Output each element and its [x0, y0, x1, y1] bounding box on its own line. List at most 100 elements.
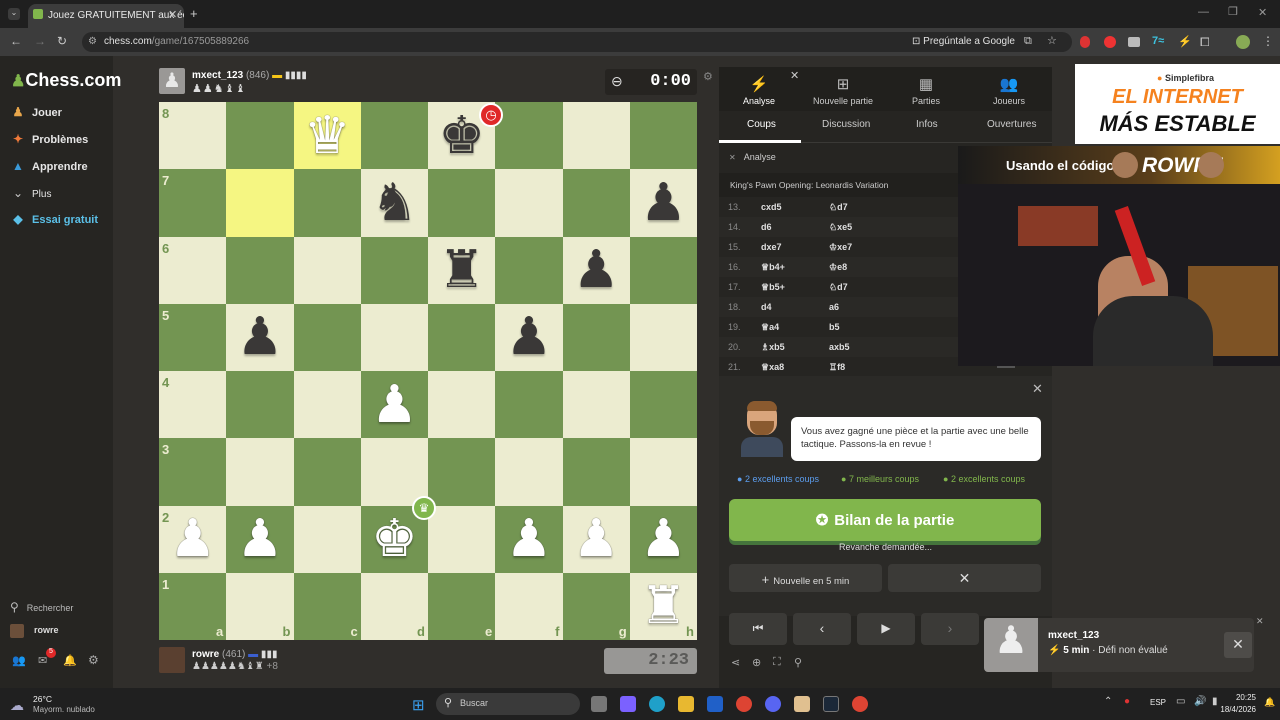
browser-tab[interactable]: Jouez GRATUITEMENT aux éch — [28, 4, 184, 28]
black-piece-f5[interactable]: ♟ — [495, 304, 562, 371]
tray-app-icon[interactable]: ● — [1124, 696, 1130, 707]
square-e6[interactable]: ♜ — [428, 236, 496, 304]
extension-5-icon[interactable]: ⚡ — [1178, 35, 1192, 48]
square-c5[interactable] — [293, 303, 361, 371]
black-piece-h7[interactable]: ♟ — [630, 169, 697, 236]
black-piece-g6[interactable]: ♟ — [563, 237, 630, 304]
app-icon[interactable] — [794, 696, 810, 712]
white-move[interactable]: d4 — [761, 302, 772, 312]
square-h2[interactable]: ♟ — [629, 505, 697, 573]
white-piece-g2[interactable]: ♟ — [563, 506, 630, 573]
square-f5[interactable]: ♟ — [495, 303, 563, 371]
tray-chevron-icon[interactable]: ⌃ — [1104, 696, 1112, 707]
tab-analysis[interactable]: ⚡ Analyse — [719, 75, 799, 106]
square-f6[interactable] — [495, 236, 563, 304]
decline-button[interactable]: ✕ — [888, 564, 1041, 592]
square-b8[interactable] — [226, 102, 294, 170]
prev-move-button[interactable]: ‹ — [793, 613, 851, 645]
square-h5[interactable] — [629, 303, 697, 371]
square-a5[interactable]: 5 — [159, 303, 227, 371]
player-name[interactable]: rowre — [192, 649, 219, 660]
mail-icon[interactable]: ✉ — [38, 654, 47, 667]
url-field[interactable]: ⚙ chess.com/game/167505889266 ⊡ Pregúnta… — [82, 32, 1072, 52]
square-a2[interactable]: 2 ♟ — [159, 505, 227, 573]
square-d8[interactable] — [360, 102, 428, 170]
white-move[interactable]: ♕b5+ — [761, 282, 785, 293]
square-a8[interactable]: 8 — [159, 102, 227, 170]
square-d1[interactable]: d — [360, 572, 428, 640]
share-icon[interactable]: ⋖ — [731, 656, 740, 669]
black-move[interactable]: b5 — [829, 322, 840, 332]
white-piece-h1[interactable]: ♜ — [630, 573, 697, 640]
add-position-icon[interactable]: ⊕ — [752, 656, 761, 669]
sidebar-item-more[interactable]: ⌄ Plus — [10, 186, 51, 200]
notifications-icon[interactable]: 🔔 — [1264, 697, 1275, 708]
square-f7[interactable] — [495, 169, 563, 237]
square-c6[interactable] — [293, 236, 361, 304]
restore-icon[interactable]: ❐ — [1228, 5, 1238, 18]
chrome-2-icon[interactable] — [852, 696, 868, 712]
opponent-avatar[interactable]: ♟ — [159, 68, 185, 94]
white-move[interactable]: ♗xb5 — [761, 342, 785, 353]
square-e2[interactable] — [428, 505, 496, 573]
chess-board[interactable]: 8 ♛ ♚ 7 ♞ ♟ 6 ♜ ♟ 5 ♟ ♟ 4 ♟ 3 2 ♟ ♟ ♚ ♟ ♟ ♟ 1 a b c d e f g h ♜ ◷ ♛ — [159, 102, 697, 640]
black-move[interactable]: ♘d7 — [829, 282, 848, 293]
square-f4[interactable] — [495, 371, 563, 439]
square-h1[interactable]: h ♜ — [629, 572, 697, 640]
square-b1[interactable]: b — [226, 572, 294, 640]
next-move-button[interactable]: › — [921, 613, 979, 645]
weather-temp[interactable]: 26°C — [33, 694, 52, 704]
white-move[interactable]: ♕xa8 — [761, 362, 784, 373]
extensions-puzzle-icon[interactable]: ⧠ — [1200, 35, 1210, 50]
zoom-icon[interactable]: ⚲ — [794, 656, 802, 669]
square-g4[interactable] — [562, 371, 630, 439]
square-f2[interactable]: ♟ — [495, 505, 563, 573]
coach-close-icon[interactable]: ✕ — [1032, 381, 1043, 397]
menu-dots-icon[interactable]: ⋮ — [1262, 34, 1274, 48]
extension-3-icon[interactable] — [1128, 37, 1140, 47]
volume-icon[interactable]: 🔊 — [1194, 696, 1206, 707]
network-icon[interactable]: ▭ — [1176, 696, 1185, 707]
square-d7[interactable]: ♞ — [360, 169, 428, 237]
notification-dismiss-icon[interactable]: ✕ — [1256, 616, 1264, 627]
game-review-button[interactable]: ✪ Bilan de la partie — [729, 499, 1041, 541]
square-c8[interactable]: ♛ — [293, 102, 361, 170]
white-piece-d4[interactable]: ♟ — [361, 371, 428, 438]
black-move[interactable]: a6 — [829, 302, 839, 312]
sidebar-item-play[interactable]: ♟ Jouer — [10, 105, 62, 119]
black-move[interactable]: ♔xe7 — [829, 242, 852, 253]
square-e7[interactable] — [428, 169, 496, 237]
subtab-discussion[interactable]: Discussion — [822, 119, 870, 130]
keyboard-language[interactable]: ESP — [1150, 698, 1166, 707]
white-move[interactable]: ♕a4 — [761, 322, 779, 333]
steam-icon[interactable] — [823, 696, 839, 712]
close-window-icon[interactable]: ✕ — [1258, 6, 1267, 19]
tab-players[interactable]: 👥 Joueurs — [969, 75, 1049, 106]
install-icon[interactable]: ⧉ — [1024, 35, 1032, 48]
opponent-name[interactable]: mxect_123 — [192, 70, 243, 81]
square-g6[interactable]: ♟ — [562, 236, 630, 304]
square-g8[interactable] — [562, 102, 630, 170]
square-g2[interactable]: ♟ — [562, 505, 630, 573]
settings-gear-icon[interactable]: ⚙ — [88, 653, 99, 667]
sidebar-item-free-trial[interactable]: ◆ Essai gratuit — [10, 212, 98, 226]
sidebar-search[interactable]: ⚲ Rechercher — [10, 600, 73, 614]
square-f1[interactable]: f — [495, 572, 563, 640]
bell-icon[interactable]: 🔔 — [63, 654, 77, 667]
square-e1[interactable]: e — [428, 572, 496, 640]
square-e4[interactable] — [428, 371, 496, 439]
square-d4[interactable]: ♟ — [360, 371, 428, 439]
square-a3[interactable]: 3 — [159, 438, 227, 506]
white-piece-f2[interactable]: ♟ — [495, 506, 562, 573]
black-piece-d7[interactable]: ♞ — [361, 169, 428, 236]
square-b4[interactable] — [226, 371, 294, 439]
square-b6[interactable] — [226, 236, 294, 304]
subtab-openings[interactable]: Ouvertures — [987, 119, 1036, 130]
square-b7[interactable] — [226, 169, 294, 237]
tab-new-game[interactable]: ⊞ Nouvelle partie — [803, 75, 883, 106]
white-piece-c8[interactable]: ♛ — [294, 102, 361, 169]
square-g3[interactable] — [562, 438, 630, 506]
square-d3[interactable] — [360, 438, 428, 506]
tab-list-icon[interactable]: ⌄ — [8, 8, 20, 20]
square-f8[interactable] — [495, 102, 563, 170]
